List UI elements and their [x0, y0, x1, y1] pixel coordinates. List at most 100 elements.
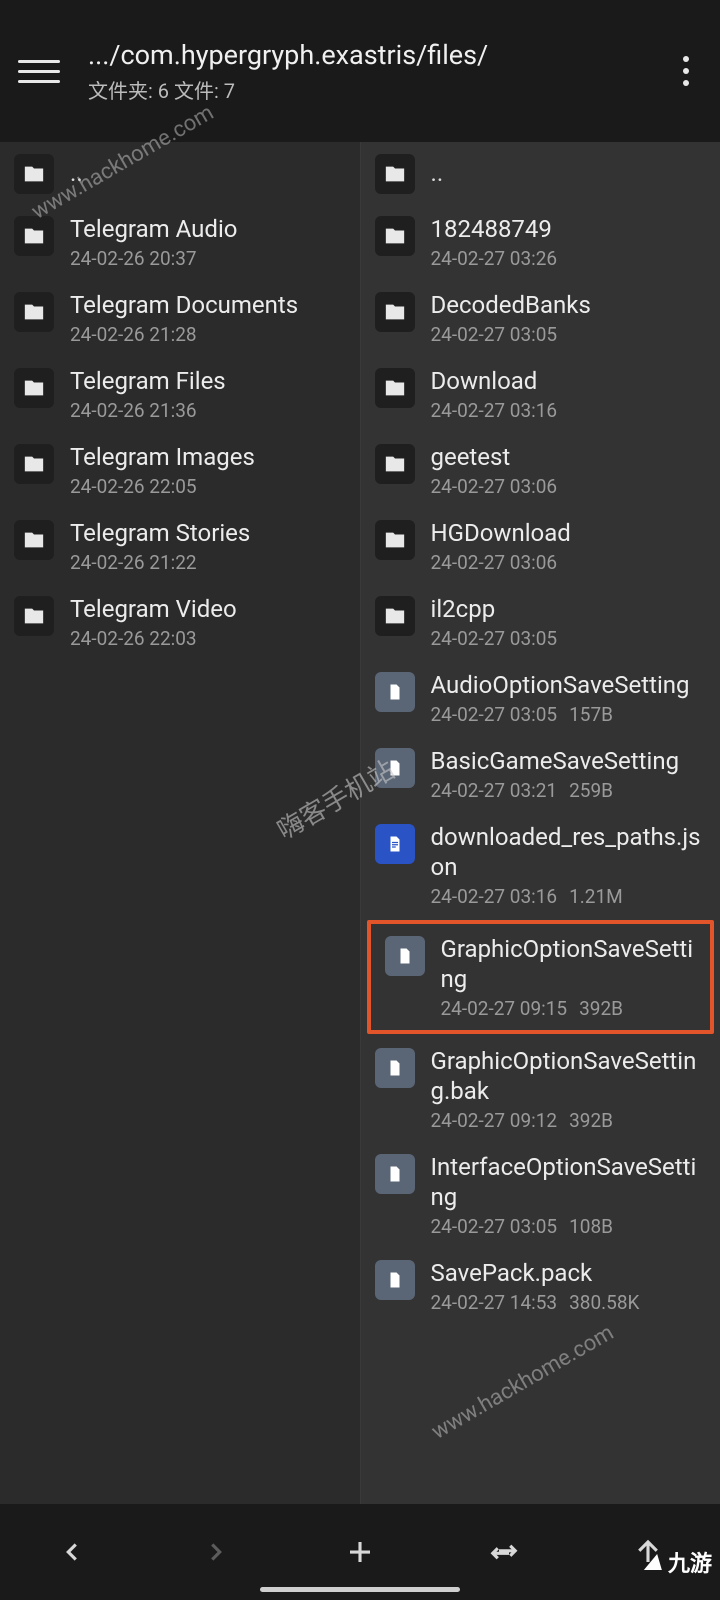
item-meta: 24-02-27 03:161.21M [431, 885, 707, 908]
folder-icon [375, 292, 415, 332]
folder-icon [14, 292, 54, 332]
file-icon [375, 1048, 415, 1088]
file-row[interactable]: downloaded_res_paths.json 24-02-27 03:161… [361, 812, 720, 918]
site-logo-text: 九游 [668, 1546, 712, 1578]
item-name: il2cpp [431, 594, 707, 624]
folder-row[interactable]: Telegram Audio24-02-26 20:37 [0, 204, 360, 280]
item-meta: 24-02-27 03:05 [431, 627, 707, 650]
file-icon [385, 936, 425, 976]
item-meta: 24-02-26 22:05 [70, 475, 346, 498]
file-row[interactable]: GraphicOptionSaveSetting24-02-27 09:1539… [367, 920, 715, 1034]
file-row[interactable]: AudioOptionSaveSetting24-02-27 03:05157B [361, 660, 720, 736]
folder-row[interactable]: Telegram Files 24-02-26 21:36 [0, 356, 360, 432]
folder-row[interactable]: 18248874924-02-27 03:26 [361, 204, 720, 280]
parent-directory-row[interactable]: .. [0, 142, 360, 204]
site-logo: 九游 [646, 1546, 712, 1578]
folder-icon [14, 368, 54, 408]
item-meta: 24-02-26 22:03 [70, 627, 346, 650]
folder-row[interactable]: Telegram Documents 24-02-26 21:28 [0, 280, 360, 356]
row-text: GraphicOptionSaveSetting.bak24-02-27 09:… [431, 1046, 707, 1132]
row-text: Telegram Stories24-02-26 21:22 [70, 518, 346, 574]
item-name: SavePack.pack [431, 1258, 707, 1288]
add-button[interactable] [320, 1522, 400, 1582]
folder-row[interactable]: Telegram Images 24-02-26 22:05 [0, 432, 360, 508]
row-text: Telegram Audio24-02-26 20:37 [70, 214, 346, 270]
folder-icon [375, 216, 415, 256]
row-text: Telegram Images 24-02-26 22:05 [70, 442, 346, 498]
item-name: GraphicOptionSaveSetting.bak [431, 1046, 707, 1106]
breadcrumb-path[interactable]: .../com.hypergryph.exastris/files/ [88, 39, 670, 71]
item-name: BasicGameSaveSetting [431, 746, 707, 776]
folder-icon [14, 444, 54, 484]
item-meta: 24-02-27 03:05108B [431, 1215, 707, 1238]
folder-icon [375, 444, 415, 484]
item-name: AudioOptionSaveSetting [431, 670, 707, 700]
item-meta: 24-02-27 03:06 [431, 551, 707, 574]
item-name: Telegram Documents [70, 290, 346, 320]
item-meta: 24-02-27 03:26 [431, 247, 707, 270]
overflow-menu-icon[interactable] [670, 56, 702, 86]
item-name: Telegram Files [70, 366, 346, 396]
item-meta: 24-02-26 20:37 [70, 247, 346, 270]
item-meta: 24-02-27 03:16 [431, 399, 707, 422]
folder-icon [14, 520, 54, 560]
swap-panes-button[interactable] [464, 1522, 544, 1582]
item-meta: 24-02-26 21:22 [70, 551, 346, 574]
folder-row[interactable]: Telegram Stories24-02-26 21:22 [0, 508, 360, 584]
item-meta: 24-02-27 03:06 [431, 475, 707, 498]
item-meta: 24-02-27 03:21259B [431, 779, 707, 802]
item-name: downloaded_res_paths.json [431, 822, 707, 882]
right-pane[interactable]: .. 18248874924-02-27 03:26 DecodedBanks24-… [361, 142, 720, 1504]
row-text: Telegram Files 24-02-26 21:36 [70, 366, 346, 422]
row-text: Download 24-02-27 03:16 [431, 366, 707, 422]
title-block: .../com.hypergryph.exastris/files/ 文件夹: … [88, 39, 670, 104]
folder-icon [375, 596, 415, 636]
folder-row[interactable]: DecodedBanks24-02-27 03:05 [361, 280, 720, 356]
row-text: BasicGameSaveSetting 24-02-27 03:21259B [431, 746, 707, 802]
item-meta: 24-02-27 14:53380.58K [431, 1291, 707, 1314]
file-icon [375, 1154, 415, 1194]
folder-row[interactable]: Download 24-02-27 03:16 [361, 356, 720, 432]
row-text: Telegram Video 24-02-26 22:03 [70, 594, 346, 650]
item-name: HGDownload [431, 518, 707, 548]
folder-icon [375, 154, 415, 194]
file-row[interactable]: SavePack.pack 24-02-27 14:53380.58K [361, 1248, 720, 1324]
item-name: InterfaceOptionSaveSetting [431, 1152, 707, 1212]
folder-file-count: 文件夹: 6 文件: 7 [88, 75, 670, 104]
item-name: Telegram Video [70, 594, 346, 624]
hamburger-menu-icon[interactable] [18, 50, 60, 92]
item-name: geetest [431, 442, 707, 472]
folder-icon [14, 216, 54, 256]
row-text: SavePack.pack 24-02-27 14:53380.58K [431, 1258, 707, 1314]
file-icon [375, 672, 415, 712]
folder-row[interactable]: geetest 24-02-27 03:06 [361, 432, 720, 508]
parent-label: .. [431, 158, 707, 188]
file-icon [375, 824, 415, 864]
row-text: downloaded_res_paths.json 24-02-27 03:161… [431, 822, 707, 908]
home-indicator [260, 1587, 460, 1592]
item-name: GraphicOptionSaveSetting [441, 934, 697, 994]
app-toolbar: .../com.hypergryph.exastris/files/ 文件夹: … [0, 0, 720, 142]
bottom-toolbar [0, 1504, 720, 1600]
folder-row[interactable]: il2cpp 24-02-27 03:05 [361, 584, 720, 660]
left-pane[interactable]: .. Telegram Audio24-02-26 20:37 Telegram D… [0, 142, 361, 1504]
parent-directory-row[interactable]: .. [361, 142, 720, 204]
file-icon [375, 1260, 415, 1300]
row-text: 18248874924-02-27 03:26 [431, 214, 707, 270]
item-meta: 24-02-26 21:36 [70, 399, 346, 422]
folder-row[interactable]: HGDownload 24-02-27 03:06 [361, 508, 720, 584]
forward-button[interactable] [176, 1522, 256, 1582]
back-button[interactable] [32, 1522, 112, 1582]
file-row[interactable]: InterfaceOptionSaveSetting 24-02-27 03:05… [361, 1142, 720, 1248]
folder-row[interactable]: Telegram Video 24-02-26 22:03 [0, 584, 360, 660]
item-meta: 24-02-27 03:05 [431, 323, 707, 346]
folder-icon [14, 154, 54, 194]
file-row[interactable]: BasicGameSaveSetting 24-02-27 03:21259B [361, 736, 720, 812]
item-name: Download [431, 366, 707, 396]
folder-icon [14, 596, 54, 636]
row-text: Telegram Documents 24-02-26 21:28 [70, 290, 346, 346]
row-text: geetest 24-02-27 03:06 [431, 442, 707, 498]
item-name: Telegram Images [70, 442, 346, 472]
file-row[interactable]: GraphicOptionSaveSetting.bak24-02-27 09:… [361, 1036, 720, 1142]
item-meta: 24-02-26 21:28 [70, 323, 346, 346]
